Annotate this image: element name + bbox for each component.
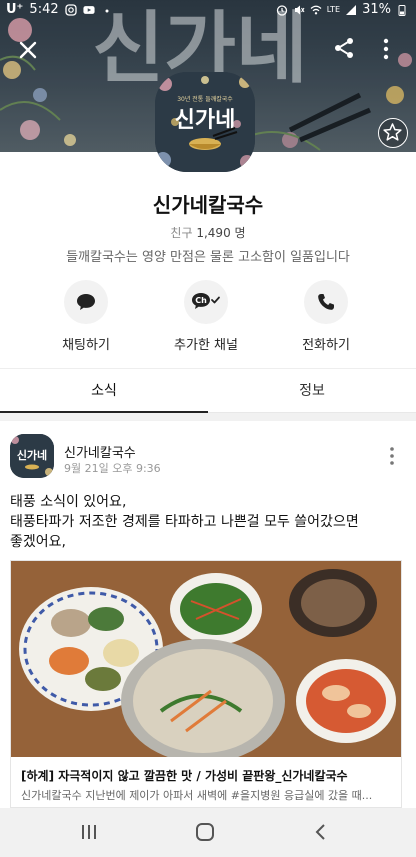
friends-label: 친구 — [170, 226, 193, 240]
post-avatar-logo: 신가네 — [10, 434, 54, 478]
channel-badge-text: Ch — [195, 296, 207, 305]
back-icon — [315, 824, 325, 840]
post-more-button[interactable] — [388, 446, 396, 466]
chat-button-label: 채팅하기 — [62, 338, 110, 353]
tab-news[interactable]: 소식 — [0, 369, 208, 413]
status-bar: U⁺ 5:42 LTE 31% — [0, 0, 416, 20]
more-vertical-icon — [390, 447, 394, 465]
link-card[interactable]: [하계] 자극적이지 않고 깔끔한 맛 / 가성비 끝판왕_신가네칼국수 신가네… — [10, 560, 402, 808]
added-channel-label: 추가한 채널 — [174, 338, 238, 353]
screen: 신가네 U⁺ 5:42 LTE 31% 30년 전통 들깨칼국수 신가네 신가네… — [0, 0, 416, 857]
link-card-title: [하계] 자극적이지 않고 깔끔한 맛 / 가성비 끝판왕_신가네칼국수 — [21, 769, 348, 783]
post-author-name[interactable]: 신가네칼국수 — [64, 442, 136, 461]
signal-icon — [346, 4, 357, 15]
profile-logo: 30년 전통 들깨칼국수 신가네 — [155, 72, 255, 172]
close-button[interactable] — [14, 36, 42, 64]
wifi-icon — [310, 5, 322, 14]
call-button[interactable]: 전화하기 — [266, 280, 386, 353]
more-vertical-icon — [383, 38, 389, 60]
system-navigation-bar — [0, 808, 416, 857]
network-type-label: LTE — [326, 5, 341, 14]
channel-name: 신가네칼국수 — [152, 193, 264, 217]
tab-info[interactable]: 정보 — [208, 369, 416, 413]
instagram-icon — [64, 3, 77, 16]
more-options-button[interactable] — [378, 36, 394, 62]
profile-avatar[interactable]: 30년 전통 들깨칼국수 신가네 — [155, 72, 255, 172]
channel-added-icon: Ch — [192, 293, 220, 309]
added-channel-button[interactable]: Ch 추가한 채널 — [146, 280, 266, 353]
call-button-label: 전화하기 — [302, 338, 350, 353]
clock: 5:42 — [29, 2, 59, 17]
post-text-line: 좋겠어요, — [10, 534, 66, 550]
chat-button[interactable]: 채팅하기 — [26, 280, 146, 353]
link-card-image — [11, 561, 401, 757]
profile-logo-subtitle: 30년 전통 들깨칼국수 — [177, 95, 233, 103]
profile-logo-text: 신가네 — [175, 107, 236, 133]
channel-intro: 들깨칼국수는 영양 만점은 물론 고소함이 일품입니다 — [66, 250, 350, 265]
friends-count: 친구 1,490 명 — [0, 224, 416, 241]
post-author-avatar[interactable]: 신가네 — [10, 434, 54, 478]
favorite-button[interactable] — [378, 118, 408, 148]
home-icon — [196, 823, 214, 841]
post-avatar-text: 신가네 — [17, 448, 47, 462]
recent-apps-button[interactable] — [74, 820, 104, 844]
share-button[interactable] — [332, 36, 356, 60]
back-button[interactable] — [306, 820, 336, 844]
post-timestamp: 9월 21일 오후 9:36 — [64, 462, 161, 475]
chat-bubble-icon — [77, 294, 95, 310]
call-button-circle[interactable] — [304, 280, 348, 324]
friends-number: 1,490 명 — [196, 226, 246, 240]
battery-percent: 31% — [362, 2, 391, 17]
carrier-label: U⁺ — [6, 2, 24, 17]
battery-icon — [398, 4, 406, 16]
home-button[interactable] — [190, 820, 220, 844]
link-card-description: 신가네칼국수 지난번에 제이가 아파서 새벽에 #을지병원 응급실에 갔을 때.… — [21, 789, 373, 802]
alarm-icon — [276, 4, 287, 16]
tab-bar: 소식 정보 — [0, 368, 416, 413]
notification-dot-icon — [105, 9, 109, 12]
section-separator — [0, 413, 416, 421]
chat-button-circle[interactable] — [64, 280, 108, 324]
close-icon — [19, 41, 37, 59]
recent-apps-icon — [82, 825, 96, 839]
mute-icon — [294, 5, 305, 14]
post-body: 태풍 소식이 있어요, 태풍타파가 저조한 경제를 타파하고 나쁜걸 모두 쓸어… — [10, 492, 406, 552]
phone-icon — [318, 294, 334, 310]
youtube-icon — [83, 5, 95, 14]
post-text-line: 태풍타파가 저조한 경제를 타파하고 나쁜걸 모두 쓸어갔으면 — [10, 514, 359, 530]
added-channel-circle[interactable]: Ch — [184, 280, 228, 324]
share-icon — [335, 38, 353, 58]
post-text-line: 태풍 소식이 있어요, — [10, 494, 127, 510]
action-buttons: 채팅하기 Ch 추가한 채널 전화하기 — [0, 280, 416, 360]
star-icon — [383, 123, 402, 141]
